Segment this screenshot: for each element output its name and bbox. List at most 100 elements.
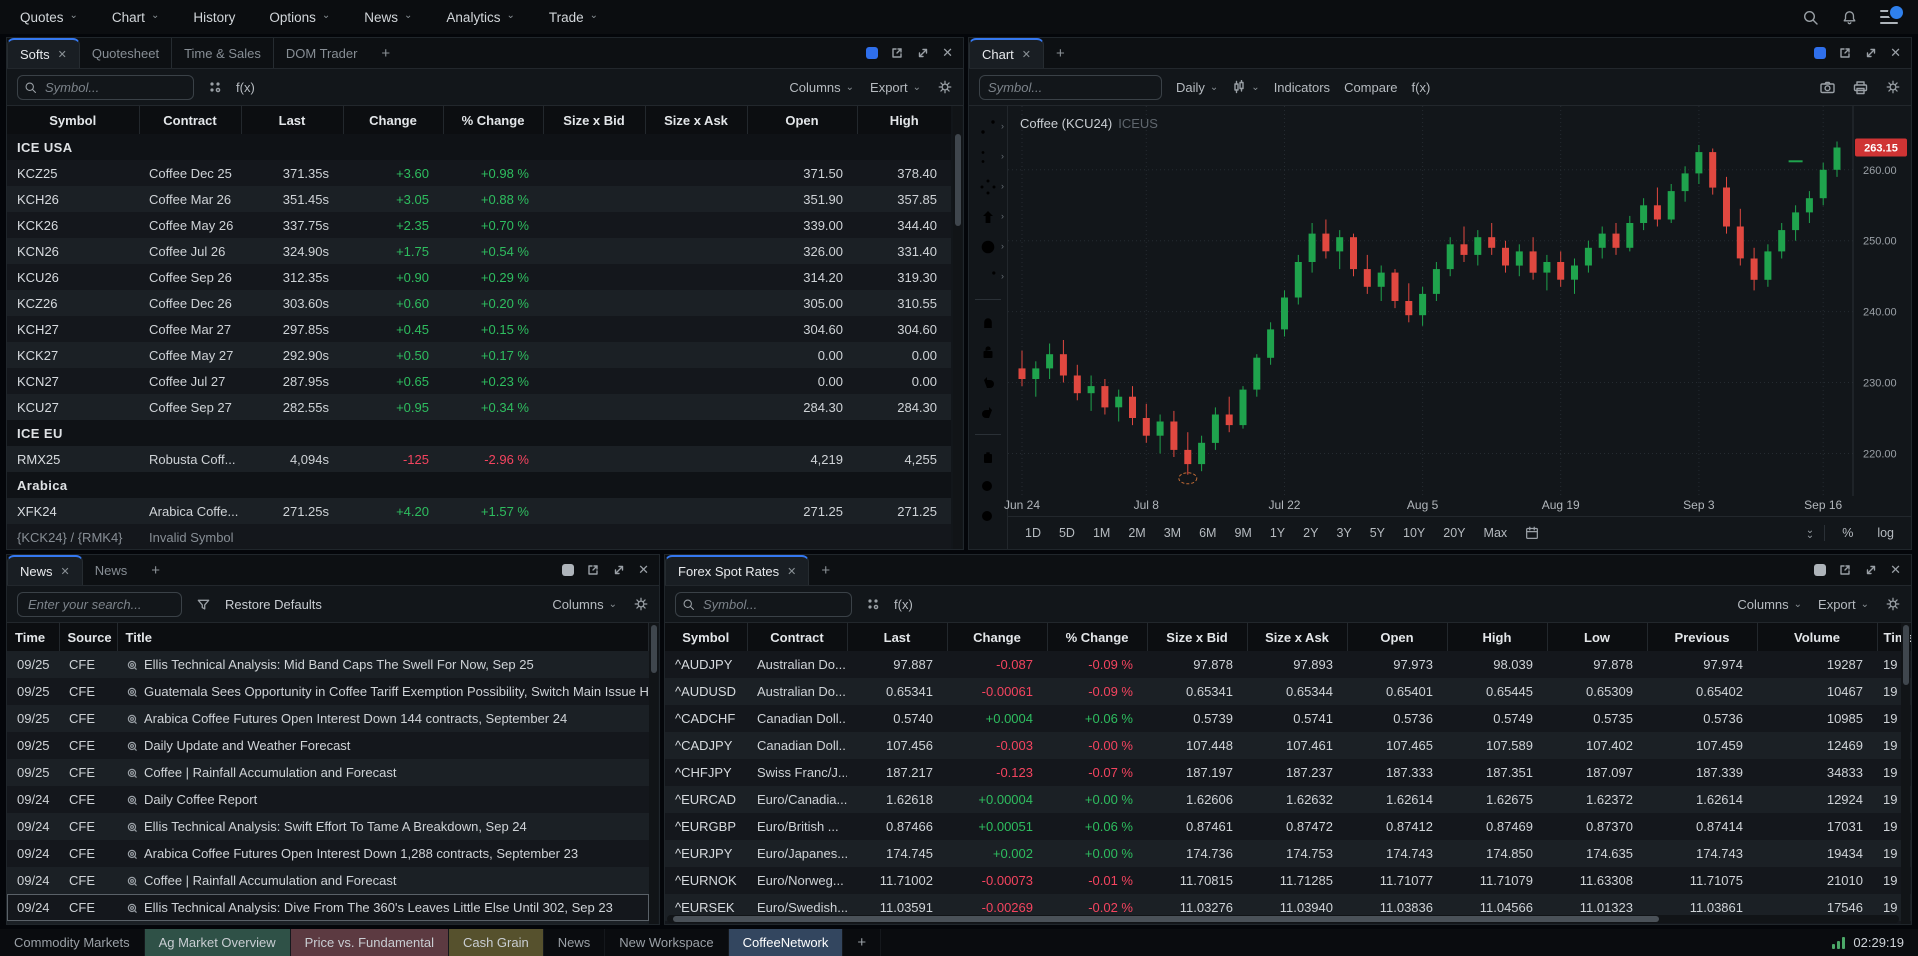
timeframe-button[interactable]: 2M <box>1121 523 1152 543</box>
panel-tab[interactable]: DOM Trader <box>273 38 370 68</box>
column-header[interactable]: Contract <box>139 106 241 134</box>
news-row[interactable]: 09/25 CFE Ellis Technical Analysis: Mid … <box>7 651 649 678</box>
panel-tab[interactable]: News <box>83 555 140 585</box>
menu-item[interactable]: History <box>193 10 235 25</box>
add-workspace-button[interactable]: + <box>843 929 881 956</box>
timeframe-button[interactable]: 1Y <box>1263 523 1292 543</box>
open-in-new-icon[interactable] <box>586 563 600 577</box>
columns-button[interactable]: Columns⌄ <box>789 80 854 95</box>
close-icon[interactable]: ✕ <box>1890 562 1901 578</box>
workspace-tab[interactable]: Cash Grain <box>449 929 544 956</box>
drawing-list-tool[interactable]: › <box>973 144 1003 170</box>
columns-button[interactable]: Columns⌄ <box>552 597 617 612</box>
magnet-tool[interactable] <box>973 309 1003 335</box>
close-icon[interactable]: ✕ <box>1022 48 1031 61</box>
panel-tab[interactable]: Chart ✕ <box>969 38 1044 68</box>
column-header[interactable]: % Change <box>443 106 543 134</box>
news-row[interactable]: 09/25 CFE Daily Update and Weather Forec… <box>7 732 649 759</box>
menu-item[interactable]: Quotes ⌄ <box>20 10 78 25</box>
timeframe-button[interactable]: 20Y <box>1436 523 1472 543</box>
panel-tab[interactable]: Quotesheet <box>80 38 171 68</box>
news-row[interactable]: 09/25 CFE Arabica Coffee Futures Open In… <box>7 705 649 732</box>
news-row[interactable]: 09/25 CFE Guatemala Sees Opportunity in … <box>7 678 649 705</box>
column-header[interactable]: % Change <box>1047 623 1147 651</box>
candlestick-chart[interactable]: 220.00230.00240.00250.00260.00263.15 Cof… <box>1008 106 1911 496</box>
column-header[interactable]: Time <box>7 623 59 651</box>
expand-icon[interactable] <box>916 46 930 60</box>
forex-row[interactable]: ^CADJPY Canadian Doll... 107.456 -0.003 … <box>665 732 1911 759</box>
column-header[interactable]: Change <box>343 106 443 134</box>
collapse-chevrons-icon[interactable]: ⌄⌄ <box>1806 528 1814 538</box>
vertical-scrollbar[interactable] <box>953 106 962 549</box>
symbol-grid-icon[interactable] <box>208 80 222 94</box>
log-scale-button[interactable]: log <box>1870 523 1901 543</box>
workspace-tab[interactable]: Ag Market Overview <box>145 929 291 956</box>
quote-row[interactable]: KCK26 Coffee May 26 337.75s +2.35 +0.70 … <box>7 212 951 238</box>
zoom-in-icon[interactable] <box>973 474 1003 500</box>
news-row[interactable]: 09/25 CFE Coffee | Rainfall Accumulation… <box>7 759 649 786</box>
column-header[interactable]: High <box>1447 623 1547 651</box>
close-icon[interactable]: ✕ <box>638 562 649 578</box>
timeframe-button[interactable]: 10Y <box>1396 523 1432 543</box>
quote-row[interactable]: KCH27 Coffee Mar 27 297.85s +0.45 +0.15 … <box>7 316 951 342</box>
news-row[interactable]: 09/24 CFE Ellis Technical Analysis: Swif… <box>7 813 649 840</box>
close-icon[interactable]: ✕ <box>942 45 953 61</box>
notifications-bell-icon[interactable] <box>1841 9 1858 26</box>
news-search-input[interactable] <box>17 592 182 617</box>
forex-row[interactable]: ^AUDJPY Australian Do... 97.887 -0.087 -… <box>665 651 1911 678</box>
column-header[interactable]: Size x Bid <box>1147 623 1247 651</box>
news-row[interactable]: 09/23 CFE Daily Coffee Report <box>7 921 649 924</box>
timeframe-button[interactable]: 3M <box>1157 523 1188 543</box>
column-header[interactable]: Size x Ask <box>1247 623 1347 651</box>
column-header[interactable]: Title <box>117 623 649 651</box>
add-tab-button[interactable]: + <box>139 555 172 585</box>
column-header[interactable]: Open <box>747 106 857 134</box>
panel-color-square[interactable] <box>866 47 878 59</box>
fx-button[interactable]: f(x) <box>236 80 255 95</box>
export-button[interactable]: Export⌄ <box>1818 597 1869 612</box>
open-in-new-icon[interactable] <box>1838 563 1852 577</box>
forex-row[interactable]: ^EURGBP Euro/British ... 0.87466 +0.0005… <box>665 813 1911 840</box>
gear-icon[interactable] <box>1885 79 1901 95</box>
column-header[interactable]: High <box>857 106 951 134</box>
column-header[interactable]: Last <box>847 623 947 651</box>
timeframe-button[interactable]: 9M <box>1227 523 1258 543</box>
trend-line-tool[interactable]: › <box>973 114 1003 140</box>
menu-item[interactable]: Trade ⌄ <box>549 10 598 25</box>
column-header[interactable]: Change <box>947 623 1047 651</box>
quote-row[interactable]: KCN27 Coffee Jul 27 287.95s +0.65 +0.23 … <box>7 368 951 394</box>
compare-button[interactable]: Compare <box>1344 80 1397 95</box>
forex-row[interactable]: ^CHFJPY Swiss Franc/J... 187.217 -0.123 … <box>665 759 1911 786</box>
menu-item[interactable]: Chart ⌄ <box>112 10 159 25</box>
calendar-icon[interactable] <box>1524 525 1540 541</box>
column-header[interactable]: Open <box>1347 623 1447 651</box>
timeframe-button[interactable]: 1D <box>1018 523 1048 543</box>
close-icon[interactable]: ✕ <box>787 565 796 578</box>
fx-button[interactable]: f(x) <box>894 597 913 612</box>
export-button[interactable]: Export⌄ <box>870 80 921 95</box>
timeframe-button[interactable]: 5D <box>1052 523 1082 543</box>
gear-icon[interactable] <box>937 79 953 95</box>
timeframe-button[interactable]: 6M <box>1192 523 1223 543</box>
main-menu-icon[interactable] <box>1880 10 1898 24</box>
quote-row[interactable]: KCZ26 Coffee Dec 26 303.60s +0.60 +0.20 … <box>7 290 951 316</box>
undo-button[interactable] <box>973 369 1003 395</box>
timeframe-button[interactable]: 5Y <box>1363 523 1392 543</box>
panel-tab[interactable]: Forex Spot Rates ✕ <box>665 555 809 585</box>
column-header[interactable]: Source <box>59 623 117 651</box>
panel-tab[interactable]: Softs ✕ <box>7 38 80 68</box>
workspace-tab[interactable]: CoffeeNetwork <box>729 929 844 956</box>
forex-row[interactable]: ^AUDUSD Australian Do... 0.65341 -0.0006… <box>665 678 1911 705</box>
search-icon[interactable] <box>1802 9 1819 26</box>
column-header[interactable]: Low <box>1547 623 1647 651</box>
menu-item[interactable]: News ⌄ <box>364 10 412 25</box>
chart-type-dropdown[interactable]: ⌄ <box>1232 80 1259 94</box>
news-row[interactable]: 09/24 CFE Ellis Technical Analysis: Dive… <box>7 894 649 921</box>
gear-icon[interactable] <box>633 596 649 612</box>
zoom-out-icon[interactable] <box>973 504 1003 530</box>
filter-funnel-icon[interactable] <box>196 597 211 612</box>
open-in-new-icon[interactable] <box>890 46 904 60</box>
forex-row[interactable]: ^EURCAD Euro/Canadia... 1.62618 +0.00004… <box>665 786 1911 813</box>
redo-button[interactable] <box>973 399 1003 425</box>
delete-drawings-button[interactable] <box>973 444 1003 470</box>
